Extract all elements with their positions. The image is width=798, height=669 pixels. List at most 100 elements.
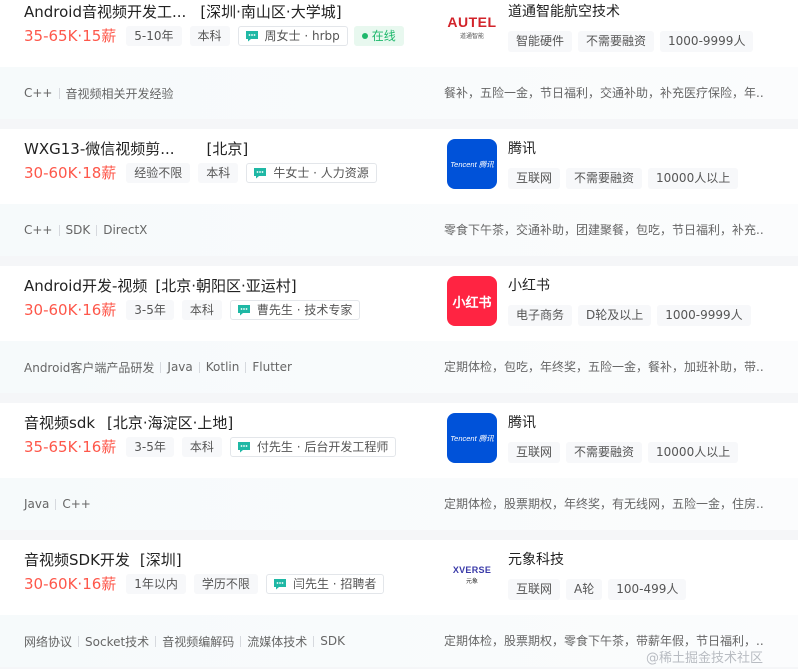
salary: 35-65K·16薪 — [24, 438, 117, 456]
job-title[interactable]: Android开发-视频 [北京·朝阳区·亚运村] — [24, 275, 297, 296]
job-title[interactable]: 音视频sdk [北京·海淀区·上地] — [24, 412, 233, 433]
funding-tag: 不需要融资 — [578, 31, 655, 52]
recruiter-chat-button[interactable]: 闫先生 · 招聘者 — [265, 573, 385, 594]
logo-text: Tencent 腾讯 — [450, 159, 494, 169]
skill-tag: Kotlin — [205, 360, 240, 374]
recruiter-chat-button[interactable]: 周女士 · hrbp — [237, 25, 348, 46]
skill-tags: C++ SDK DirectX — [24, 204, 147, 256]
industry-tag: 互联网 — [508, 579, 561, 600]
experience-tag: 5-10年 — [126, 25, 182, 46]
recruiter-chat-button[interactable]: 付先生 · 后台开发工程师 — [229, 436, 397, 457]
experience-tag: 3-5年 — [126, 299, 174, 320]
job-card[interactable]: Android开发-视频 [北京·朝阳区·亚运村] 30-60K·16薪 3-5年… — [0, 266, 798, 393]
skill-tags: C++ 音视频相关开发经验 — [24, 67, 174, 119]
recruiter-chat-button[interactable]: 曹先生 · 技术专家 — [229, 299, 361, 320]
job-area: [深圳·南山区·大学城] — [200, 3, 342, 21]
funding-tag: A轮 — [566, 579, 603, 600]
size-tag: 10000人以上 — [648, 168, 739, 189]
chat-icon — [254, 167, 267, 178]
funding-tag: D轮及以上 — [578, 305, 652, 326]
salary: 30-60K·18薪 — [24, 164, 117, 182]
recruiter-name: 周女士 · hrbp — [264, 29, 340, 43]
experience-tag: 经验不限 — [126, 162, 191, 183]
job-card[interactable]: WXG13-微信视频剪... [北京] 30-60K·18薪 经验不限 本科 牛女… — [0, 129, 798, 256]
online-status-badge: 在线 — [353, 25, 404, 46]
skill-tag: C++ — [24, 86, 53, 100]
skill-tag: Android客户端产品研发 — [24, 360, 155, 375]
recruiter-name: 牛女士 · 人力资源 — [273, 166, 369, 180]
job-name[interactable]: WXG13-微信视频剪... — [24, 140, 175, 158]
skill-tag: Java — [167, 360, 193, 374]
skill-tag: SDK — [65, 223, 91, 237]
welfare-text: 定期体检，股票期权，年终奖，有无线网，五险一金，住房... — [444, 497, 764, 511]
industry-tag: 智能硬件 — [508, 31, 573, 52]
job-area: [北京·海淀区·上地] — [107, 414, 234, 432]
company-name[interactable]: 腾讯 — [508, 138, 536, 158]
skill-tag: SDK — [320, 634, 345, 648]
skill-tag: Socket技术 — [85, 634, 150, 649]
chat-icon — [245, 30, 258, 41]
degree-tag: 本科 — [198, 162, 239, 183]
welfare-text: 定期体检，包吃，年终奖，五险一金，餐补，加班补助，带... — [444, 360, 764, 374]
xiaohongshu-logo[interactable]: 小红书 — [447, 276, 497, 326]
tencent-logo[interactable]: Tencent 腾讯 — [447, 413, 497, 463]
job-title[interactable]: WXG13-微信视频剪... [北京] — [24, 138, 248, 159]
skill-tag: Java — [24, 497, 50, 511]
skill-tag: Flutter — [252, 360, 292, 374]
salary: 30-60K·16薪 — [24, 575, 117, 593]
xverse-logo[interactable]: XVERSE 元象 — [447, 550, 497, 600]
welfare-text: 零食下午茶，交通补助，团建聚餐，包吃，节日福利，补充... — [444, 223, 764, 237]
logo-subtext: 元象 — [465, 578, 478, 585]
online-label: 在线 — [371, 29, 396, 43]
logo-text: Tencent 腾讯 — [450, 433, 494, 443]
skill-tag: 音视频编解码 — [162, 634, 235, 649]
skill-tag: 音视频相关开发经验 — [65, 86, 174, 101]
logo-text: AUTEL — [447, 14, 497, 30]
job-area: [北京] — [206, 140, 249, 158]
job-name[interactable]: Android音视频开发工... — [24, 3, 186, 21]
skill-tags: 网络协议 Socket技术 音视频编解码 流媒体技术 SDK — [24, 615, 345, 667]
skill-tags: Java C++ — [24, 478, 91, 530]
degree-tag: 本科 — [181, 436, 222, 457]
job-card[interactable]: 音视频sdk [北京·海淀区·上地] 35-65K·16薪 3-5年 本科 付先生… — [0, 403, 798, 530]
experience-tag: 3-5年 — [126, 436, 174, 457]
size-tag: 100-499人 — [608, 579, 687, 600]
watermark: @稀土掘金技术社区 — [646, 651, 764, 666]
recruiter-name: 闫先生 · 招聘者 — [292, 577, 377, 591]
autel-logo[interactable]: AUTEL 道通智能 — [447, 2, 497, 52]
logo-subtext: 道通智能 — [459, 33, 484, 40]
company-name[interactable]: 元象科技 — [508, 549, 564, 569]
job-name[interactable]: 音视频SDK开发 — [24, 551, 130, 569]
recruiter-chat-button[interactable]: 牛女士 · 人力资源 — [246, 162, 377, 183]
skill-tag: C++ — [24, 223, 53, 237]
degree-tag: 本科 — [181, 299, 222, 320]
job-title[interactable]: Android音视频开发工... [深圳·南山区·大学城] — [24, 1, 342, 22]
degree-tag: 学历不限 — [193, 573, 258, 594]
experience-tag: 1年以内 — [126, 573, 186, 594]
chat-icon — [237, 304, 250, 315]
company-name[interactable]: 小红书 — [508, 275, 550, 295]
funding-tag: 不需要融资 — [566, 442, 643, 463]
tencent-logo[interactable]: Tencent 腾讯 — [447, 139, 497, 189]
skill-tag: 网络协议 — [24, 634, 73, 649]
job-area: [北京·朝阳区·亚运村] — [155, 277, 297, 295]
size-tag: 1000-9999人 — [657, 305, 751, 326]
online-dot-icon — [361, 32, 368, 39]
job-name[interactable]: Android开发-视频 — [24, 277, 147, 295]
skill-tag: DirectX — [103, 223, 148, 237]
size-tag: 10000人以上 — [648, 442, 739, 463]
job-name[interactable]: 音视频sdk — [24, 414, 95, 432]
salary: 30-60K·16薪 — [24, 301, 117, 319]
job-card[interactable]: Android音视频开发工... [深圳·南山区·大学城] 35-65K·15薪 … — [0, 0, 798, 119]
industry-tag: 互联网 — [508, 442, 561, 463]
size-tag: 1000-9999人 — [660, 31, 754, 52]
industry-tag: 互联网 — [508, 168, 561, 189]
job-title[interactable]: 音视频SDK开发 [深圳] — [24, 549, 182, 570]
degree-tag: 本科 — [189, 25, 230, 46]
company-name[interactable]: 道通智能航空技术 — [508, 1, 620, 21]
funding-tag: 不需要融资 — [566, 168, 643, 189]
company-name[interactable]: 腾讯 — [508, 412, 536, 432]
salary: 35-65K·15薪 — [24, 27, 117, 45]
job-area: [深圳] — [139, 551, 182, 569]
skill-tag: 流媒体技术 — [247, 634, 308, 649]
